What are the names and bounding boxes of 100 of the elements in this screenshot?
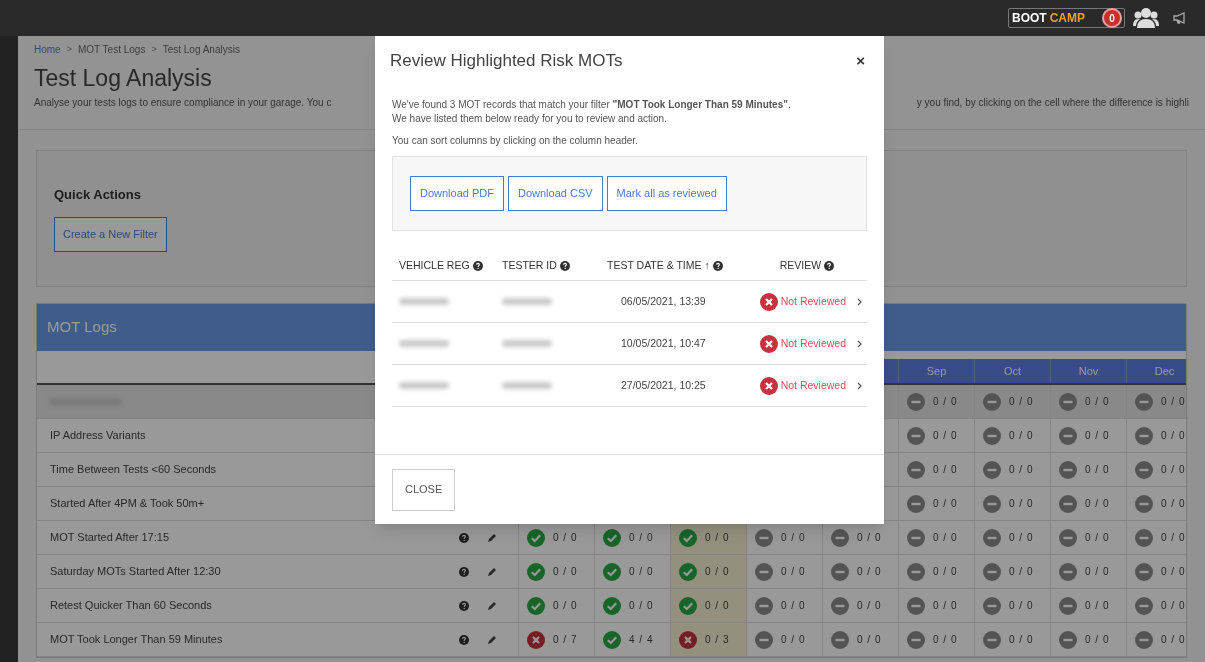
breadcrumb-link[interactable]: Home <box>34 42 61 57</box>
table-cell[interactable]: 0 / 7 <box>518 623 594 656</box>
chevron-right-icon[interactable] <box>857 339 863 348</box>
table-cell[interactable]: 0 / 0 <box>1126 453 1186 486</box>
review-status[interactable]: Not Reviewed <box>780 293 846 310</box>
column-header[interactable]: TEST DATE & TIME ↑ <box>607 257 710 274</box>
table-cell[interactable]: 0 / 3 <box>670 623 746 656</box>
table-cell[interactable]: 4 / 4 <box>594 623 670 656</box>
pencil-icon[interactable] <box>487 532 497 543</box>
megaphone-icon[interactable] <box>1173 12 1187 24</box>
table-cell[interactable]: 0 / 0 <box>974 589 1050 622</box>
close-button[interactable]: CLOSE <box>392 468 456 511</box>
column-header-cell[interactable]: Nov <box>1050 359 1126 383</box>
action-button[interactable]: Download PDF <box>410 176 504 211</box>
count-text: 0 / 0 <box>1161 599 1186 613</box>
count-text: 0 / 0 <box>705 599 730 613</box>
count-text: 0 / 0 <box>933 395 958 409</box>
table-cell[interactable]: 0 / 0 <box>1126 487 1186 520</box>
column-header-cell[interactable]: Dec <box>1126 359 1186 383</box>
table-cell[interactable]: 0 / 0 <box>974 521 1050 554</box>
table-cell[interactable]: 0 / 0 <box>822 555 898 588</box>
test-date: 27/05/2021, 10:25 <box>621 378 706 391</box>
create-filter-button[interactable]: Create a New Filter <box>54 216 167 252</box>
table-cell[interactable]: 0 / 0 <box>1050 487 1126 520</box>
action-button[interactable]: Mark all as reviewed <box>606 176 727 211</box>
table-cell[interactable]: 0 / 0 <box>746 623 822 656</box>
table-cell[interactable]: 0 / 0 <box>898 419 974 452</box>
table-cell[interactable]: 0 / 0 <box>822 623 898 656</box>
table-cell[interactable]: 0 / 0 <box>974 419 1050 452</box>
help-icon[interactable] <box>459 532 469 543</box>
dialog-title: Review Highlighted Risk MOTs <box>390 50 623 73</box>
intro-text: We have listed them below ready for you to review and action. <box>392 112 668 126</box>
table-cell[interactable]: 0 / 0 <box>1126 521 1186 554</box>
column-header-cell[interactable]: Sep <box>898 359 974 383</box>
table-cell[interactable]: 0 / 0 <box>898 623 974 656</box>
column-header-cell[interactable]: Oct <box>974 359 1050 383</box>
table-cell[interactable]: 0 / 0 <box>1126 419 1186 452</box>
table-cell[interactable]: 0 / 0 <box>518 555 594 588</box>
table-cell[interactable]: 0 / 0 <box>1050 385 1126 418</box>
pencil-icon[interactable] <box>487 634 497 645</box>
panel-title: MOT Logs <box>47 317 117 338</box>
pencil-icon[interactable] <box>487 566 497 577</box>
table-cell[interactable]: 0 / 0 <box>746 589 822 622</box>
help-icon[interactable] <box>459 566 469 577</box>
count-text: 0 / 0 <box>933 531 958 545</box>
table-cell[interactable]: 0 / 0 <box>974 385 1050 418</box>
table-cell[interactable]: 0 / 0 <box>974 555 1050 588</box>
table-cell[interactable]: 0 / 0 <box>898 385 974 418</box>
help-icon[interactable] <box>559 260 570 271</box>
table-cell[interactable]: 0 / 0 <box>1126 589 1186 622</box>
table-cell[interactable]: 0 / 0 <box>1050 589 1126 622</box>
table-cell[interactable]: 0 / 0 <box>518 589 594 622</box>
table-cell[interactable]: 0 / 0 <box>1126 555 1186 588</box>
table-cell[interactable]: 0 / 0 <box>1126 385 1186 418</box>
help-icon[interactable] <box>824 260 835 271</box>
table-cell[interactable]: 0 / 0 <box>594 589 670 622</box>
table-cell[interactable]: 0 / 0 <box>1050 453 1126 486</box>
close-button[interactable]: × <box>856 49 869 73</box>
table-cell[interactable]: 0 / 0 <box>822 589 898 622</box>
column-header[interactable]: VEHICLE REG <box>399 257 470 274</box>
breadcrumb-link[interactable]: MOT Test Logs <box>77 42 146 57</box>
notification-badge[interactable]: 0 <box>1102 8 1122 28</box>
filter-label: Retest Quicker Than 60 Seconds <box>50 598 212 614</box>
help-icon[interactable] <box>459 634 469 645</box>
count-text: 0 / 0 <box>857 531 882 545</box>
table-cell[interactable]: 0 / 0 <box>594 555 670 588</box>
review-status[interactable]: Not Reviewed <box>780 335 846 352</box>
review-status[interactable]: Not Reviewed <box>780 377 846 394</box>
help-icon[interactable] <box>712 260 723 271</box>
count-text: 0 / 0 <box>705 565 730 579</box>
table-cell[interactable]: 0 / 0 <box>898 487 974 520</box>
table-cell[interactable]: 0 / 0 <box>670 589 746 622</box>
chevron-right-icon[interactable] <box>857 381 863 390</box>
action-button[interactable]: Download CSV <box>508 176 603 211</box>
help-icon[interactable] <box>472 260 483 271</box>
table-cell[interactable]: 0 / 0 <box>1050 419 1126 452</box>
bootcamp-logo[interactable]: BOOT CAMP 0 <box>1008 8 1125 28</box>
table-cell[interactable]: 0 / 0 <box>670 555 746 588</box>
table-cell[interactable]: 0 / 0 <box>898 589 974 622</box>
table-cell[interactable]: 0 / 0 <box>1050 521 1126 554</box>
table-cell[interactable]: 0 / 0 <box>746 555 822 588</box>
column-header[interactable]: TESTER ID <box>502 257 557 274</box>
pencil-icon[interactable] <box>487 600 497 611</box>
table-cell[interactable]: 0 / 0 <box>974 623 1050 656</box>
table-cell[interactable]: 0 / 0 <box>1126 623 1186 656</box>
table-cell[interactable]: 0 / 0 <box>1050 555 1126 588</box>
table-cell[interactable]: 0 / 0 <box>1050 623 1126 656</box>
table-cell[interactable]: 0 / 0 <box>974 487 1050 520</box>
chevron-right-icon[interactable] <box>857 297 863 306</box>
column-header[interactable]: REVIEW <box>779 257 822 274</box>
count-text: 0 / 0 <box>1009 463 1034 477</box>
table-cell[interactable]: 0 / 0 <box>974 453 1050 486</box>
table-cell[interactable]: 0 / 0 <box>898 521 974 554</box>
breadcrumb-link[interactable]: Test Log Analysis <box>162 42 240 57</box>
count-text: 0 / 0 <box>781 633 806 647</box>
table-cell[interactable]: 0 / 0 <box>898 453 974 486</box>
users-icon[interactable] <box>1133 6 1159 30</box>
count-text: 0 / 0 <box>1161 633 1186 647</box>
table-cell[interactable]: 0 / 0 <box>898 555 974 588</box>
help-icon[interactable] <box>459 600 469 611</box>
